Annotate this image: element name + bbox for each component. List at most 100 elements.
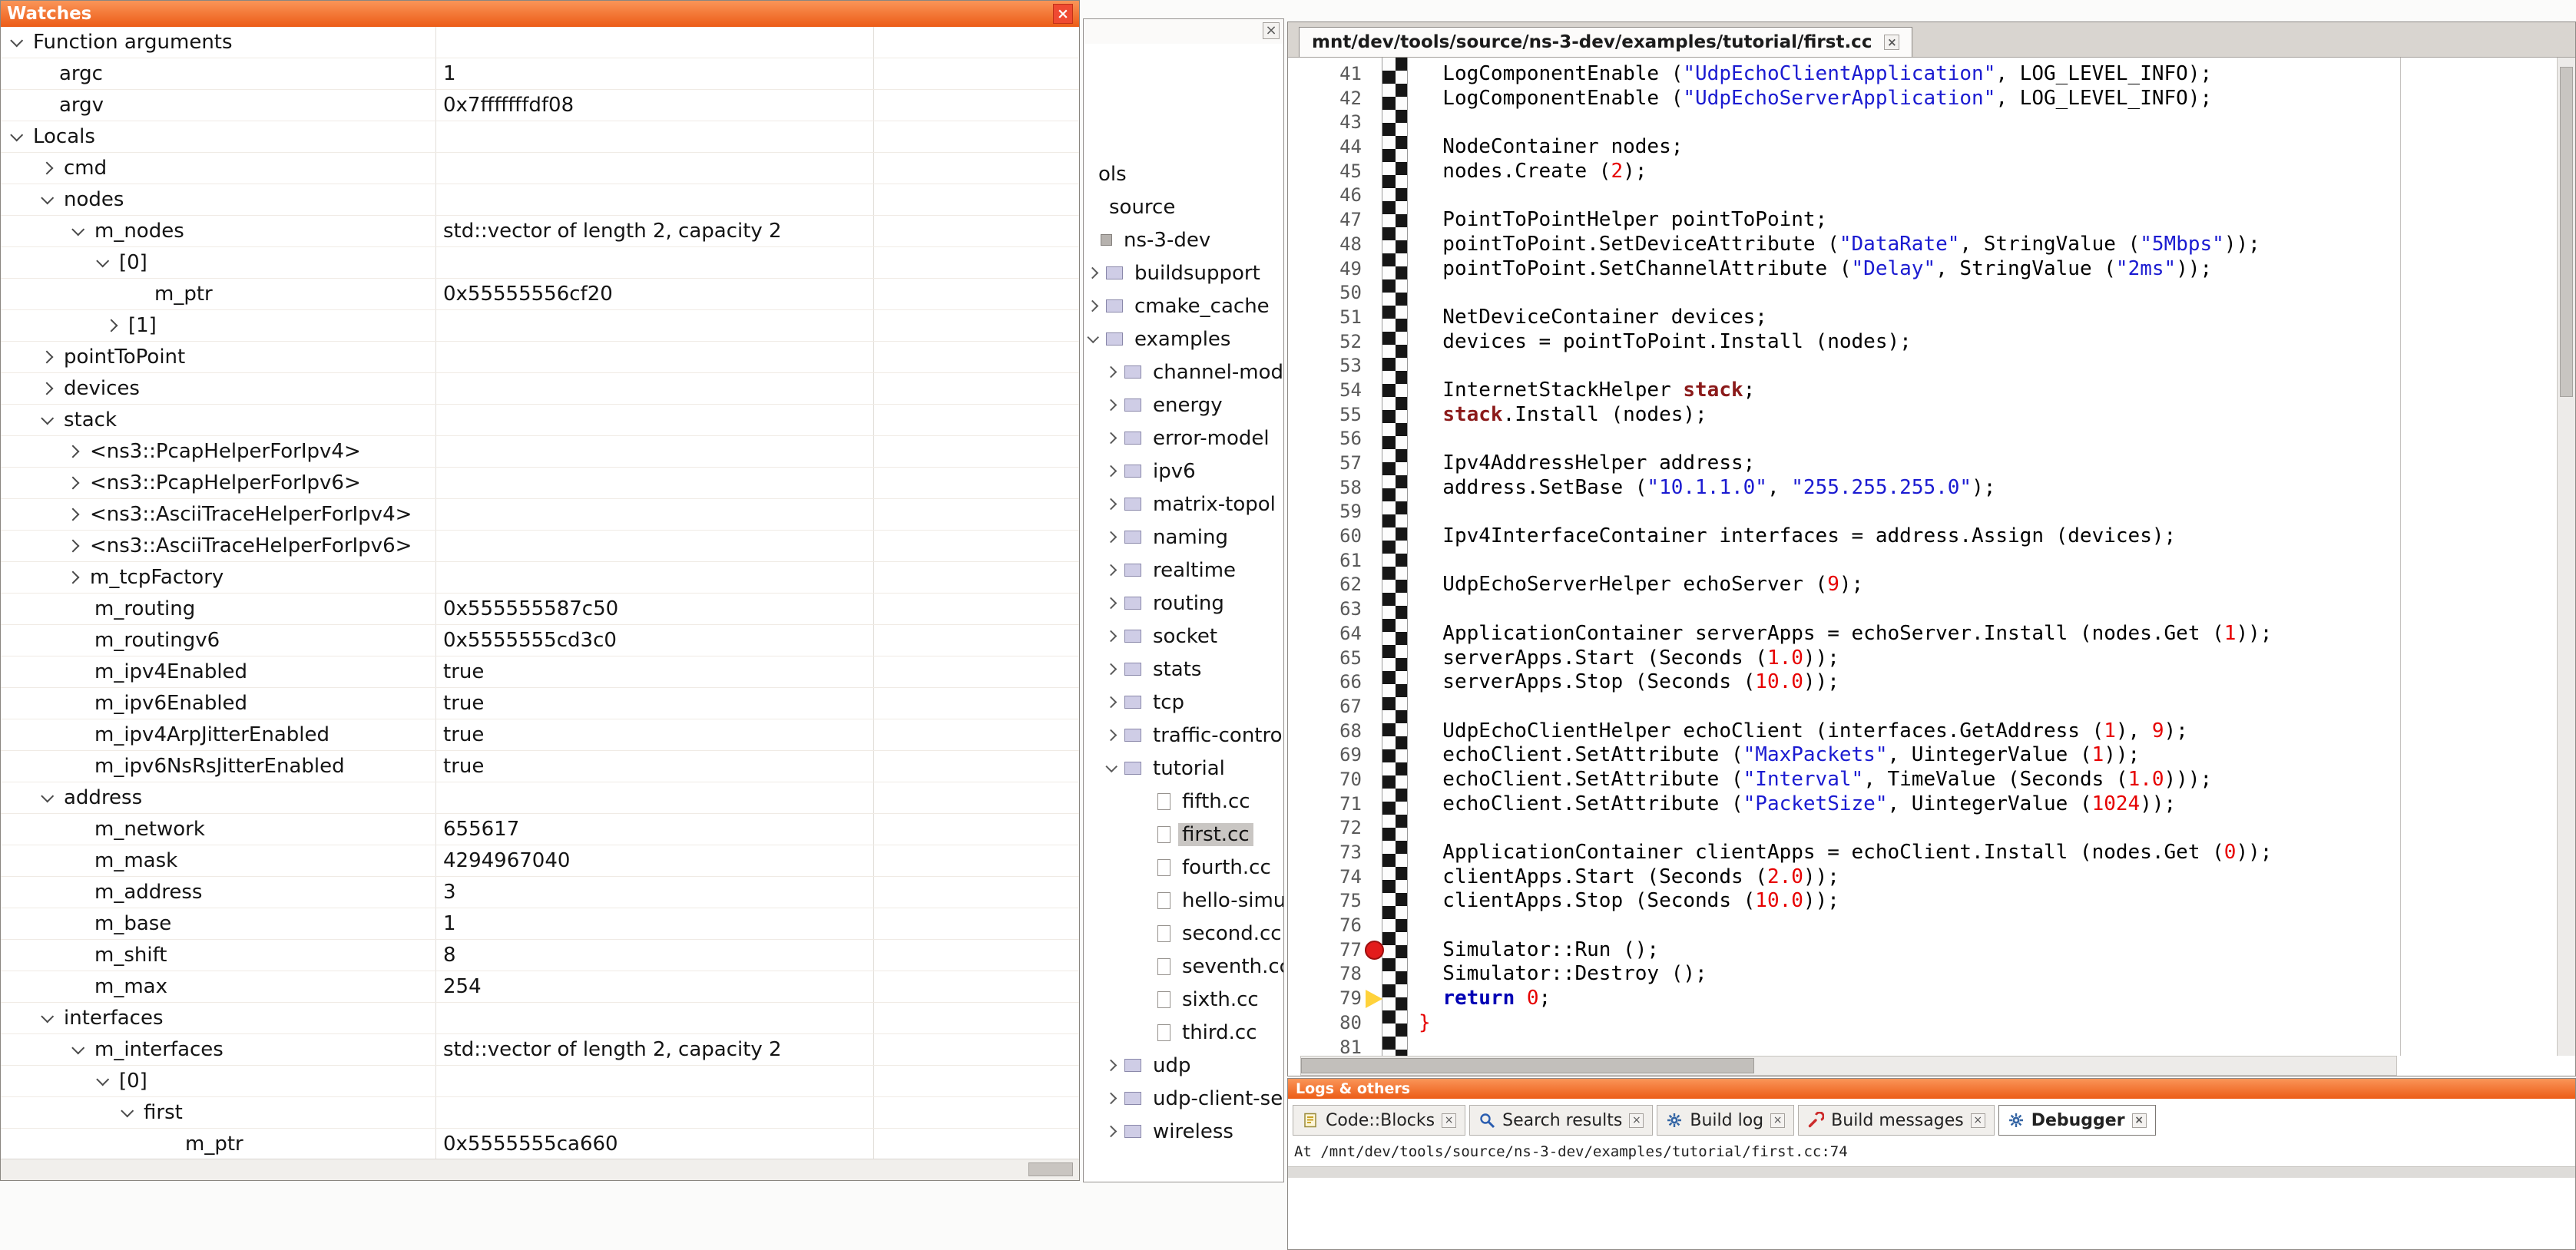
expand-icon[interactable]	[1087, 300, 1099, 312]
code-line[interactable]: 67	[1288, 695, 2555, 719]
logs-scrollbar[interactable]	[1288, 1166, 2575, 1178]
code-line[interactable]: 75 clientApps.Stop (Seconds (10.0));	[1288, 889, 2555, 914]
line-number[interactable]: 57	[1288, 451, 1362, 476]
collapse-icon[interactable]	[41, 412, 54, 425]
tree-item-examples[interactable]: examples	[1084, 322, 1283, 355]
tree-item-ols[interactable]: ols	[1084, 157, 1283, 190]
code-line[interactable]: 47 PointToPointHelper pointToPoint;	[1288, 208, 2555, 233]
line-number[interactable]: 69	[1288, 743, 1362, 768]
code-line[interactable]: 61	[1288, 549, 2555, 574]
code-line[interactable]: 57 Ipv4AddressHelper address;	[1288, 451, 2555, 476]
code-line[interactable]: 50	[1288, 281, 2555, 306]
line-number[interactable]: 59	[1288, 500, 1362, 524]
scrollbar-thumb[interactable]	[1301, 1058, 1754, 1073]
line-number[interactable]: 78	[1288, 962, 1362, 987]
line-number[interactable]: 81	[1288, 1036, 1362, 1057]
collapse-icon[interactable]	[1105, 761, 1117, 773]
watch-row[interactable]: Locals	[1, 121, 1079, 153]
watch-row[interactable]: m_shift8	[1, 940, 1079, 971]
line-number[interactable]: 80	[1288, 1011, 1362, 1036]
watch-row[interactable]: [1]	[1, 310, 1079, 342]
line-number[interactable]: 63	[1288, 597, 1362, 622]
expand-icon[interactable]	[67, 508, 80, 521]
watch-row[interactable]: <ns3::PcapHelperForIpv6>	[1, 468, 1079, 499]
watch-row[interactable]: address	[1, 782, 1079, 814]
code-line[interactable]: 66 serverApps.Stop (Seconds (10.0));	[1288, 670, 2555, 695]
watch-row[interactable]: m_ptr0x55555556cf20	[1, 279, 1079, 310]
tree-item-routing[interactable]: routing	[1084, 587, 1283, 620]
code-line[interactable]: 81	[1288, 1036, 2555, 1057]
code-line[interactable]: 49 pointToPoint.SetChannelAttribute ("De…	[1288, 257, 2555, 282]
expand-icon[interactable]	[67, 571, 80, 584]
code-line[interactable]: 64 ApplicationContainer serverApps = ech…	[1288, 622, 2555, 646]
line-number[interactable]: 72	[1288, 816, 1362, 841]
line-number[interactable]: 75	[1288, 889, 1362, 914]
line-number[interactable]: 60	[1288, 524, 1362, 549]
collapse-icon[interactable]	[10, 128, 23, 141]
watch-row[interactable]: <ns3::AsciiTraceHelperForIpv4>	[1, 499, 1079, 531]
expand-icon[interactable]	[1105, 729, 1117, 742]
code-line[interactable]: 71 echoClient.SetAttribute ("PacketSize"…	[1288, 792, 2555, 817]
logs-header[interactable]: Logs & others	[1288, 1079, 2575, 1099]
tree-item-cmake-cache[interactable]: cmake_cache	[1084, 289, 1283, 322]
code-line[interactable]: 77 Simulator::Run ();	[1288, 938, 2555, 963]
tree-item-buildsupport[interactable]: buildsupport	[1084, 256, 1283, 289]
watch-row[interactable]: <ns3::PcapHelperForIpv4>	[1, 436, 1079, 468]
watch-row[interactable]: argv0x7fffffffdf08	[1, 90, 1079, 121]
line-number[interactable]: 51	[1288, 306, 1362, 330]
watch-row[interactable]: m_ipv4Enabledtrue	[1, 656, 1079, 688]
logs-tab-debugger[interactable]: Debugger×	[1998, 1105, 2156, 1136]
code-line[interactable]: 46	[1288, 184, 2555, 208]
logs-tab-search-results[interactable]: Search results×	[1469, 1105, 1653, 1136]
tree-item-sixth-cc[interactable]: sixth.cc	[1084, 983, 1283, 1016]
collapse-icon[interactable]	[41, 1010, 54, 1023]
code-line[interactable]: 43	[1288, 111, 2555, 135]
code-line[interactable]: 68 UdpEchoClientHelper echoClient (inter…	[1288, 719, 2555, 744]
tree-item-ns-3-dev[interactable]: ns-3-dev	[1084, 223, 1283, 256]
line-number[interactable]: 54	[1288, 379, 1362, 403]
close-icon[interactable]: ×	[1442, 1113, 1456, 1128]
line-number[interactable]: 56	[1288, 427, 1362, 451]
tree-item-fourth-cc[interactable]: fourth.cc	[1084, 851, 1283, 884]
code-line[interactable]: 76	[1288, 914, 2555, 938]
logs-tab-build-log[interactable]: Build log×	[1657, 1105, 1794, 1136]
code-line[interactable]: 52 devices = pointToPoint.Install (nodes…	[1288, 330, 2555, 355]
tree-item-seventh-cc[interactable]: seventh.cc	[1084, 950, 1283, 983]
line-number[interactable]: 47	[1288, 208, 1362, 233]
line-number[interactable]: 64	[1288, 622, 1362, 646]
line-number[interactable]: 42	[1288, 87, 1362, 111]
collapse-icon[interactable]	[41, 789, 54, 802]
code-line[interactable]: 80}	[1288, 1011, 2555, 1036]
code-line[interactable]: 79 return 0;	[1288, 987, 2555, 1011]
expand-icon[interactable]	[1105, 432, 1117, 445]
expand-icon[interactable]	[1105, 564, 1117, 577]
line-number[interactable]: 77	[1288, 938, 1362, 963]
code-line[interactable]: 63	[1288, 597, 2555, 622]
tree-item-hello-simul[interactable]: hello-simul	[1084, 884, 1283, 917]
code-line[interactable]: 42 LogComponentEnable ("UdpEchoServerApp…	[1288, 87, 2555, 111]
line-number[interactable]: 48	[1288, 233, 1362, 257]
watch-row[interactable]: m_ipv6Enabledtrue	[1, 688, 1079, 719]
code-line[interactable]: 74 clientApps.Start (Seconds (2.0));	[1288, 865, 2555, 890]
watch-row[interactable]: m_interfacesstd::vector of length 2, cap…	[1, 1034, 1079, 1066]
expand-icon[interactable]	[1087, 267, 1099, 279]
tree-item-naming[interactable]: naming	[1084, 521, 1283, 554]
code-line[interactable]: 62 UdpEchoServerHelper echoServer (9);	[1288, 573, 2555, 597]
close-icon[interactable]: ×	[1629, 1113, 1644, 1128]
collapse-icon[interactable]	[96, 1073, 109, 1086]
editor-hscrollbar[interactable]	[1300, 1056, 2397, 1076]
tree-item-second-cc[interactable]: second.cc	[1084, 917, 1283, 950]
collapse-icon[interactable]	[71, 223, 84, 236]
expand-icon[interactable]	[1105, 630, 1117, 643]
watch-row[interactable]: nodes	[1, 184, 1079, 216]
code-line[interactable]: 44 NodeContainer nodes;	[1288, 135, 2555, 160]
expand-icon[interactable]	[67, 477, 80, 490]
code-line[interactable]: 51 NetDeviceContainer devices;	[1288, 306, 2555, 330]
tree-item-third-cc[interactable]: third.cc	[1084, 1016, 1283, 1049]
watches-hscrollbar[interactable]	[1, 1159, 1079, 1180]
watch-row[interactable]: m_mask4294967040	[1, 845, 1079, 877]
watch-row[interactable]: Function arguments	[1, 27, 1079, 58]
tree-item-energy[interactable]: energy	[1084, 389, 1283, 422]
code-line[interactable]: 45 nodes.Create (2);	[1288, 160, 2555, 184]
line-number[interactable]: 52	[1288, 330, 1362, 355]
